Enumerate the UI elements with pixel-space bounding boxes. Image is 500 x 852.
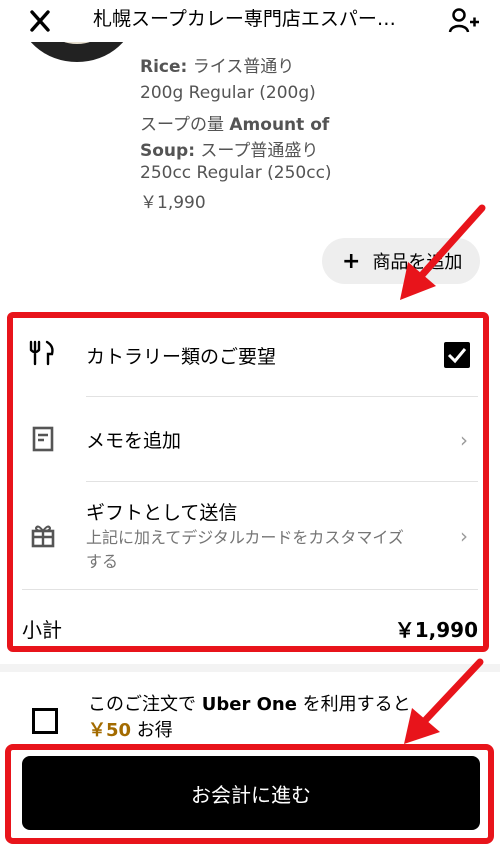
soup-detail: 250cc Regular (250cc) [140, 163, 332, 183]
note-icon [32, 426, 54, 452]
memo-label: メモを追加 [86, 430, 182, 452]
soup-label-jp: スープの量 [140, 115, 230, 135]
cutlery-row[interactable]: カトラリー類のご要望 [22, 328, 478, 384]
cutlery-label: カトラリー類のご要望 [86, 346, 277, 368]
add-person-icon [448, 8, 479, 33]
subtotal-label: 小計 [22, 618, 62, 642]
uber-one-save-suffix: お得 [131, 720, 173, 741]
uber-one-checkbox[interactable] [32, 708, 58, 734]
checkout-label: お会計に進む [191, 782, 311, 807]
rice-value: ライス普通り [187, 57, 295, 77]
subtotal-value: ￥1,990 [394, 618, 478, 642]
store-title: 札幌スープカレー専門店エスパー… [93, 8, 396, 30]
gift-description: 上記に加えてデジタルカードをカスタマイズする [86, 528, 404, 571]
memo-row[interactable]: メモを追加 › [22, 410, 478, 468]
uber-one-text-post: を利用すると [296, 694, 411, 715]
soup-option: スープの量 Amount of Soup: スープ普通盛り [140, 112, 350, 164]
chevron-right-icon: › [460, 428, 468, 452]
uber-one-brand: Uber One [201, 694, 297, 715]
gift-label: ギフトとして送信 [86, 502, 238, 524]
annotation-arrow-icon [400, 204, 486, 300]
check-icon [447, 348, 467, 364]
rice-option: Rice: ライス普通り [140, 54, 294, 80]
cutlery-icon [29, 340, 54, 366]
rice-label: Rice: [140, 57, 188, 77]
rice-detail: 200g Regular (200g) [140, 83, 316, 103]
gift-row[interactable]: ギフトとして送信 上記に加えてデジタルカードをカスタマイズする › [22, 494, 478, 578]
annotation-arrow-icon [404, 658, 484, 744]
item-price: ￥1,990 [140, 193, 206, 213]
close-icon [30, 10, 50, 32]
gift-icon [31, 525, 55, 548]
cutlery-checkbox[interactable] [444, 342, 470, 368]
uber-one-text-pre: このご注文で [88, 694, 202, 715]
soup-value: スープ普通盛り [195, 141, 319, 161]
divider [86, 481, 478, 482]
chevron-right-icon: › [460, 524, 468, 548]
add-person-button[interactable] [448, 6, 480, 36]
plus-icon: + [342, 248, 361, 274]
header: 札幌スープカレー専門店エスパー… [0, 0, 500, 42]
close-button[interactable] [22, 6, 58, 38]
uber-one-save-amount: ￥50 [88, 720, 132, 741]
divider [86, 396, 478, 397]
divider [22, 589, 478, 590]
checkout-button[interactable]: お会計に進む [22, 756, 480, 830]
